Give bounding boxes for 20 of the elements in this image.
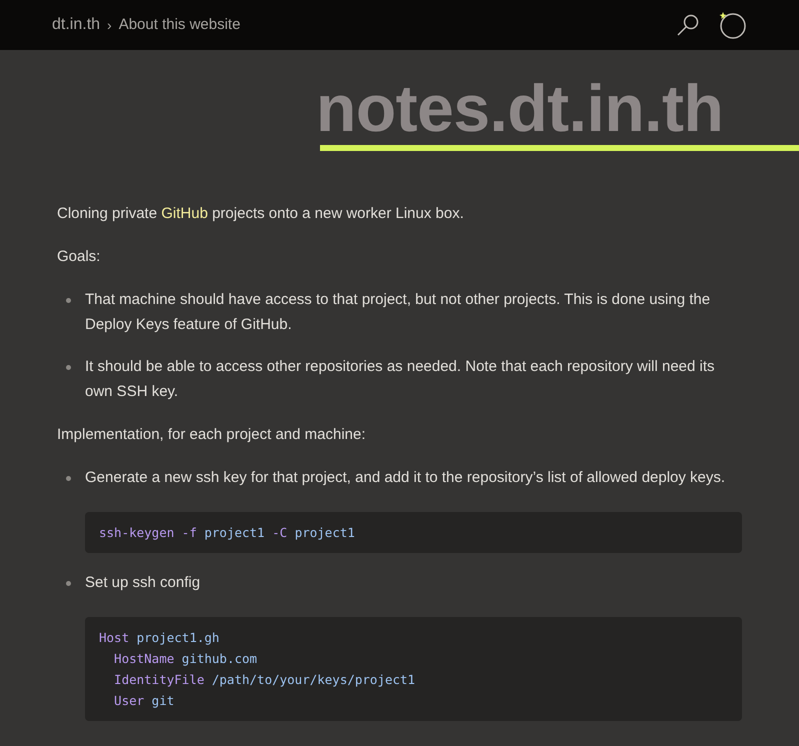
list-item-text: It should be able to access other repositories as needed. Note that each repository will need its own SSH key. [85, 356, 716, 402]
code-block: ssh-keygen -f project1 -C project1 [85, 512, 742, 553]
bullet-icon [66, 476, 71, 481]
list-item-text: Generate a new ssh key for that project, and add it to the repository’s list of allowed deploy keys. [85, 468, 726, 488]
site-title: notes.dt.in.th [316, 72, 724, 145]
paragraph: Implementation, for each project and machine: [57, 424, 367, 445]
list-item-text: Set up ssh config [85, 572, 202, 593]
list-item-text: That machine should have access to that project, but not other projects. This is done using the Deploy Keys feature of GitHub. [85, 290, 712, 335]
paragraph: Cloning private GitHub projects onto a new worker Linux box. [57, 204, 465, 224]
link[interactable]: GitHub [161, 204, 208, 222]
site-link[interactable]: dt.in.th [52, 13, 100, 37]
paragraph: Goals: [57, 246, 102, 267]
avatar-icon[interactable] [717, 10, 747, 40]
bullet-icon [66, 298, 71, 303]
bullet-icon [66, 364, 71, 370]
code-block: Host project1.gh HostName github.com IdentityFile /path/to/your/keys/project1 User git [85, 616, 742, 721]
page-title: About this website [118, 14, 240, 35]
bullet-icon [66, 580, 71, 586]
breadcrumb-separator: › [107, 16, 112, 34]
search-icon[interactable] [675, 12, 701, 38]
